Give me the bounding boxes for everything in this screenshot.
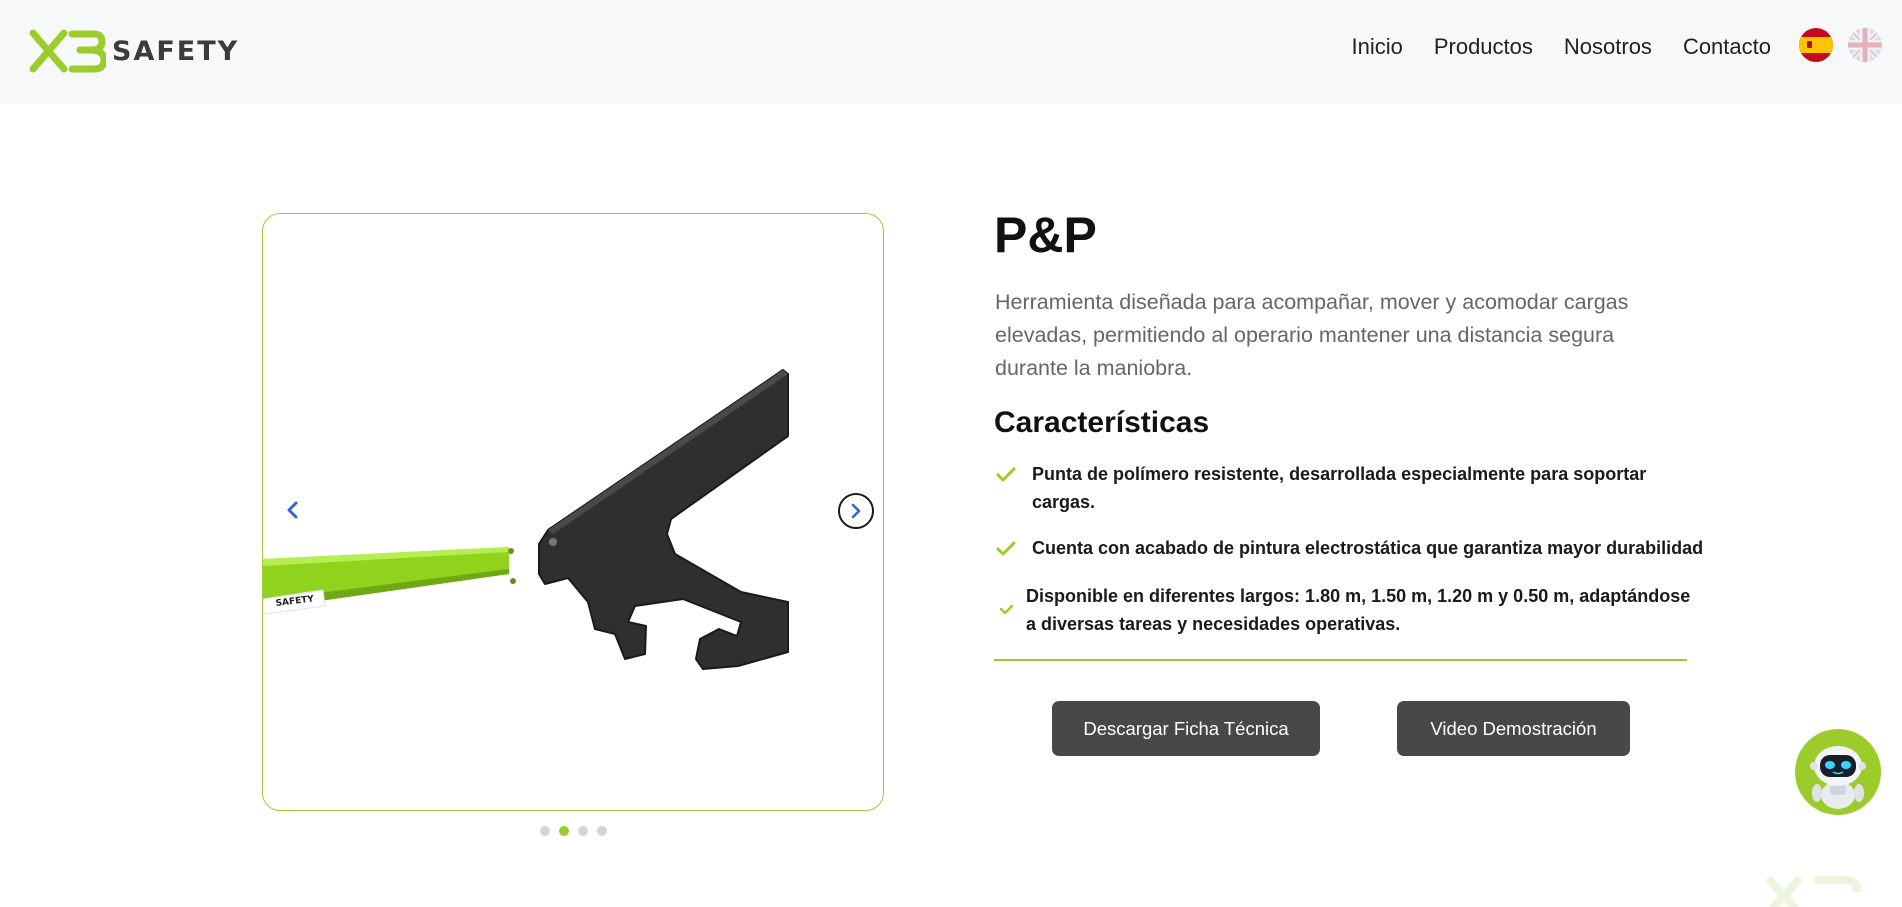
feature-item: Cuenta con acabado de pintura electrostá… [994, 534, 1714, 562]
check-icon [996, 541, 1016, 556]
feature-text: Cuenta con acabado de pintura electrostá… [1032, 538, 1704, 558]
pole: SAFETY [263, 547, 516, 615]
carousel-dot-4[interactable] [597, 826, 607, 836]
carousel-dots [540, 826, 607, 836]
feature-item: Punta de polímero resistente, desarrolla… [994, 460, 1684, 516]
product-carousel[interactable]: SAFETY [262, 213, 884, 811]
download-datasheet-button[interactable]: Descargar Ficha Técnica [1052, 701, 1320, 756]
divider [994, 659, 1687, 661]
features-heading: Características [994, 406, 1210, 439]
check-icon [999, 604, 1014, 615]
check-icon [996, 467, 1016, 482]
nav-nosotros[interactable]: Nosotros [1564, 34, 1652, 60]
feature-text: Punta de polímero resistente, desarrolla… [1032, 464, 1647, 512]
chevron-left-icon [287, 501, 298, 519]
carousel-dot-3[interactable] [578, 826, 588, 836]
product-image: SAFETY [263, 369, 789, 670]
video-demo-button[interactable]: Video Demostración [1397, 701, 1630, 756]
chatbot-button[interactable] [1795, 729, 1881, 815]
product-title: P&P [994, 207, 1097, 263]
product-description: Herramienta diseñada para acompañar, mov… [995, 290, 1629, 380]
uk-flag-icon[interactable] [1848, 28, 1882, 62]
carousel-prev-button[interactable] [275, 492, 311, 528]
nav-inicio[interactable]: Inicio [1351, 34, 1402, 60]
feature-item: Disponible en diferentes largos: 1.80 m,… [994, 582, 1704, 638]
chevron-right-icon [851, 503, 861, 519]
logo[interactable]: SAFETY [28, 28, 239, 74]
x3-logo-icon [29, 29, 106, 73]
carousel-dot-1[interactable] [540, 826, 550, 836]
es-flag-icon[interactable] [1799, 28, 1833, 62]
site-header: SAFETY Inicio Productos Nosotros Contact… [0, 0, 1902, 104]
x3-watermark-icon [1765, 875, 1861, 907]
carousel-next-button[interactable] [838, 493, 874, 529]
carousel-dot-2[interactable] [559, 826, 569, 836]
nav-productos[interactable]: Productos [1434, 34, 1533, 60]
feature-text: Disponible en diferentes largos: 1.80 m,… [1026, 586, 1691, 634]
robot-icon [1810, 746, 1866, 809]
main-nav: Inicio Productos Nosotros Contacto [1351, 34, 1771, 60]
logo-text: SAFETY [112, 35, 240, 67]
nav-contacto[interactable]: Contacto [1683, 34, 1771, 60]
polymer-head [538, 369, 789, 670]
